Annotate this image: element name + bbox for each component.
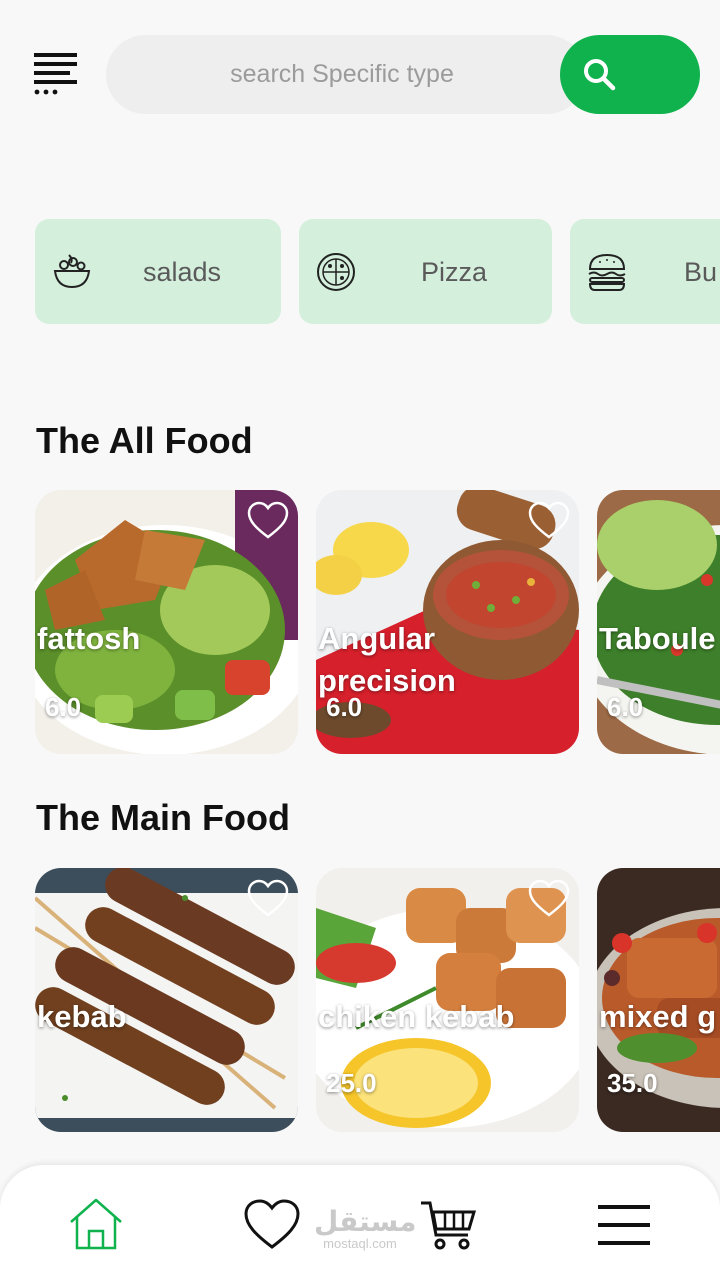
food-name: fattosh [37, 621, 141, 656]
favorite-heart-icon[interactable] [527, 878, 571, 918]
section-title-main-food: The Main Food [36, 797, 290, 838]
search-icon [584, 58, 616, 90]
food-price: 6.0 [326, 692, 363, 722]
category-list: salads Pizza Bu [0, 219, 720, 324]
home-icon[interactable] [66, 1195, 126, 1255]
main-food-list: kebab chiken kebab 25.0 mixed g 35.0 [0, 868, 720, 1132]
favorite-heart-icon[interactable] [246, 878, 290, 918]
food-card[interactable]: fattosh 6.0 [35, 490, 298, 754]
food-price: 6.0 [45, 692, 82, 722]
search-placeholder: search Specific type [230, 60, 454, 88]
food-name: mixed g [599, 999, 717, 1034]
hamburger-icon[interactable] [594, 1195, 654, 1255]
all-food-list: fattosh 6.0 Angular precision 6.0 Taboul… [0, 490, 720, 754]
food-price: 6.0 [607, 692, 644, 722]
watermark-arabic: مستقل [314, 1205, 417, 1238]
food-card[interactable]: kebab [35, 868, 298, 1132]
food-name: Taboule [599, 621, 716, 656]
food-name: chiken kebab [318, 999, 515, 1034]
search-input[interactable]: search Specific type [106, 35, 586, 114]
food-price: 35.0 [607, 1068, 658, 1098]
food-card[interactable]: Taboule 6.0 [597, 490, 720, 754]
watermark: مستقل mostaql.com [314, 1205, 417, 1256]
burger-icon [588, 253, 626, 291]
food-card[interactable]: mixed g 35.0 [597, 868, 720, 1132]
favorite-heart-icon[interactable] [246, 500, 290, 540]
search-button[interactable] [560, 35, 700, 114]
food-name: kebab [37, 999, 127, 1034]
category-pizza[interactable]: Pizza [299, 219, 552, 324]
menu-icon[interactable] [34, 53, 78, 97]
category-salads[interactable]: salads [35, 219, 281, 324]
category-label: salads [143, 257, 222, 287]
category-label: Bu [684, 257, 718, 287]
food-card[interactable]: chiken kebab 25.0 [316, 868, 579, 1132]
watermark-latin: mostaql.com [323, 1236, 397, 1251]
food-price: 25.0 [326, 1068, 377, 1098]
category-label: Pizza [421, 257, 488, 287]
category-burger[interactable]: Bu [570, 219, 720, 324]
section-title-all-food: The All Food [36, 420, 253, 461]
cart-icon[interactable] [418, 1195, 478, 1255]
favorite-heart-icon[interactable] [527, 500, 571, 540]
pizza-icon [317, 253, 355, 291]
food-card[interactable]: Angular precision 6.0 [316, 490, 579, 754]
heart-icon[interactable] [242, 1195, 302, 1255]
salad-bowl-icon [53, 254, 91, 289]
food-name: Angular precision [318, 621, 456, 698]
